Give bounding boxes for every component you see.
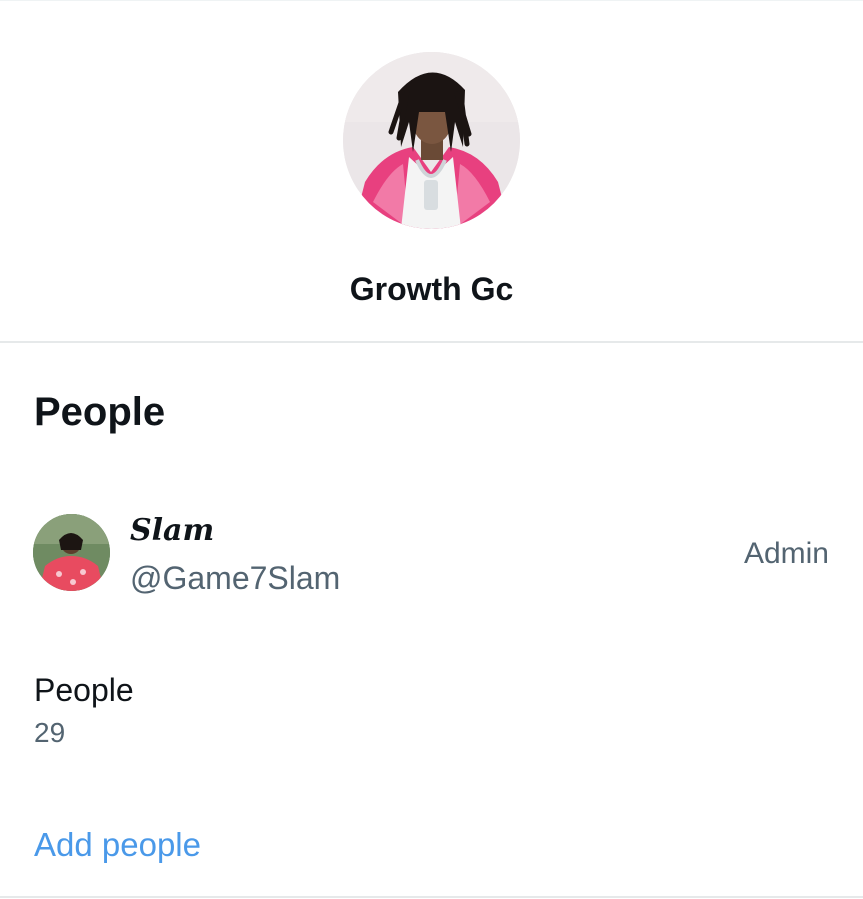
bottom-divider [0, 896, 863, 898]
group-avatar-photo [343, 52, 520, 229]
user-avatar-photo [33, 514, 110, 591]
section-title-people: People [34, 390, 166, 434]
group-name: Growth Gc [349, 271, 514, 307]
section-divider [0, 341, 863, 343]
member-row[interactable]: Slam @Game7Slam Admin [0, 500, 863, 610]
member-avatar[interactable] [33, 514, 110, 591]
member-handle: @Game7Slam [130, 560, 341, 596]
group-header: Growth Gc [0, 1, 863, 341]
add-people-link[interactable]: Add people [34, 825, 201, 865]
people-count-value: 29 [34, 717, 66, 748]
group-avatar[interactable] [343, 52, 520, 229]
member-display-name: Slam [130, 513, 215, 548]
member-role-badge: Admin [743, 537, 829, 570]
people-count-label: People [34, 672, 134, 708]
